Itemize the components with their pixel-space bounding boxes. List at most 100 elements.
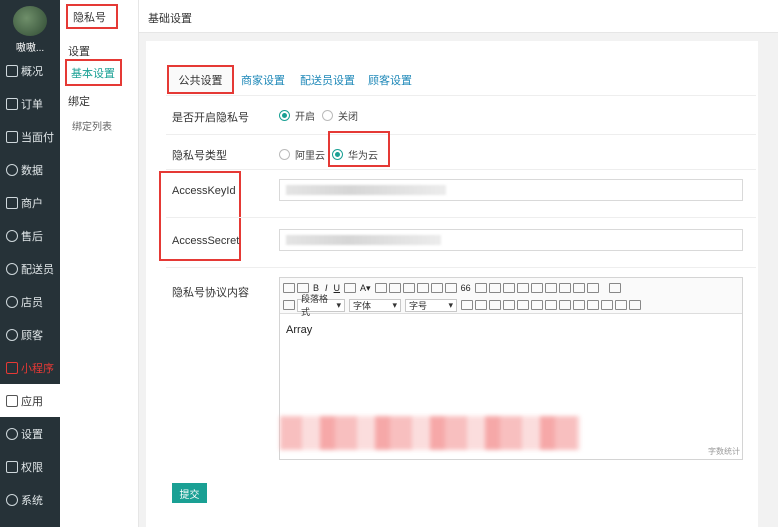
spacing-icon[interactable] [586, 283, 599, 293]
tab-customer-settings[interactable]: 顾客设置 [368, 72, 412, 88]
secret-label: AccessSecret [172, 235, 240, 247]
preview-icon[interactable] [608, 283, 621, 293]
sidebar-item-courier[interactable]: 配送员 [0, 252, 60, 285]
shop-icon [6, 196, 18, 209]
access-key-id-input[interactable] [279, 179, 743, 201]
radio-checked-icon [279, 110, 290, 121]
top-header: 基础设置 [139, 0, 778, 33]
clerk-icon [6, 295, 18, 308]
link-icon[interactable] [530, 283, 543, 293]
access-secret-input[interactable] [279, 229, 743, 251]
avatar[interactable] [13, 6, 47, 36]
submenu-group-binding: 绑定 [68, 96, 90, 108]
cell-props-icon[interactable] [573, 300, 585, 310]
agreement-label: 隐私号协议内容 [172, 287, 249, 299]
line-height-icon[interactable] [572, 283, 585, 293]
sidebar-item-settings[interactable]: 设置 [0, 417, 60, 450]
sidebar-item-aftersale[interactable]: 售后 [0, 219, 60, 252]
masked-value [286, 235, 441, 245]
pagebreak-icon[interactable] [615, 300, 627, 310]
sidebar-item-data[interactable]: 数据 [0, 153, 60, 186]
sidebar-item-merchant[interactable]: 商户 [0, 186, 60, 219]
image-icon[interactable] [488, 283, 501, 293]
radio-unchecked-icon [279, 149, 290, 160]
print-icon[interactable] [629, 300, 641, 310]
settings-panel: 公共设置 商家设置 配送员设置 顾客设置 是否开启隐私号 开启 关闭 隐私号类型… [146, 41, 758, 527]
type-aliyun-radio[interactable]: 阿里云 [279, 147, 325, 162]
delete-row-icon[interactable] [503, 300, 515, 310]
sidebar-item-apps[interactable]: 应用 [0, 384, 60, 417]
ordered-list-icon[interactable] [430, 283, 443, 293]
tab-courier-settings[interactable]: 配送员设置 [300, 72, 355, 88]
main-sidebar: 嗷嗷... 概况 订单 当面付 数据 商户 售后 配送员 店员 顾客 小程序 应… [0, 0, 60, 527]
user-block[interactable]: 嗷嗷... [0, 0, 60, 54]
system-icon [6, 493, 18, 506]
delete-table-icon[interactable] [587, 300, 599, 310]
enable-on-radio[interactable]: 开启 [279, 108, 315, 123]
tab-divider [166, 95, 756, 96]
sidebar-item-orders[interactable]: 订单 [0, 87, 60, 120]
unordered-list-icon[interactable] [444, 283, 457, 293]
enable-label: 是否开启隐私号 [172, 112, 249, 124]
sidebar-item-clerk[interactable]: 店员 [0, 285, 60, 318]
sidebar-item-miniprogram[interactable]: 小程序 [0, 351, 60, 384]
eraser-icon[interactable] [544, 283, 557, 293]
align-left-icon[interactable] [388, 283, 401, 293]
sidebar-item-permissions[interactable]: 权限 [0, 450, 60, 483]
secondary-menu: 隐私号 设置 基本设置 绑定 绑定列表 [60, 0, 139, 527]
anchor-icon[interactable] [601, 300, 613, 310]
chevron-down-icon: ▾ [392, 299, 397, 310]
rich-text-editor[interactable]: B I U A▾ 66 段落格式 ▾ 字体 ▾ 字号 ▾ Array 字数统计 [279, 277, 743, 460]
type-label: 隐私号类型 [172, 150, 227, 162]
pay-icon [6, 130, 18, 143]
table-props-icon[interactable] [559, 300, 571, 310]
indent-icon[interactable] [283, 300, 295, 310]
submenu-item-basic-settings[interactable]: 基本设置 [65, 59, 122, 86]
sidebar-item-overview[interactable]: 概况 [0, 54, 60, 87]
font-color-icon[interactable]: A▾ [358, 283, 373, 294]
paragraph-select[interactable]: 段落格式 ▾ [297, 294, 345, 317]
editor-content[interactable]: Array [286, 324, 312, 336]
miniprogram-icon [6, 361, 18, 374]
insert-row-icon[interactable] [475, 300, 487, 310]
enable-off-radio[interactable]: 关闭 [322, 108, 358, 123]
font-size-select[interactable]: 字号 ▾ [405, 298, 457, 312]
strikethrough-icon[interactable] [344, 283, 357, 293]
data-icon [6, 163, 18, 176]
tab-merchant-settings[interactable]: 商家设置 [241, 72, 285, 88]
video-icon[interactable] [502, 283, 515, 293]
split-cells-icon[interactable] [545, 300, 557, 310]
insert-col-icon[interactable] [489, 300, 501, 310]
quote-icon[interactable]: 66 [459, 283, 473, 293]
order-icon [6, 97, 18, 110]
merge-cells-icon[interactable] [531, 300, 543, 310]
table-icon[interactable] [461, 300, 473, 310]
sidebar-item-system[interactable]: 系统 [0, 483, 60, 516]
html-icon[interactable] [283, 283, 295, 293]
font-select[interactable]: 字体 ▾ [349, 298, 401, 312]
background-icon[interactable] [558, 283, 571, 293]
word-count: 字数统计 [708, 447, 740, 456]
emoji-icon[interactable] [474, 283, 487, 293]
submenu-title: 隐私号 [66, 4, 118, 29]
redacted-blur [280, 416, 580, 450]
align-right-icon[interactable] [416, 283, 429, 293]
music-icon[interactable] [516, 283, 529, 293]
submenu-item-binding-list[interactable]: 绑定列表 [72, 118, 112, 133]
type-huawei-radio[interactable]: 华为云 [332, 147, 378, 162]
masked-value [286, 185, 446, 195]
breadcrumb: 基础设置 [148, 13, 192, 25]
sidebar-item-facepay[interactable]: 当面付 [0, 120, 60, 153]
chevron-down-icon: ▾ [336, 299, 341, 310]
highlight-icon[interactable] [374, 283, 387, 293]
delete-col-icon[interactable] [517, 300, 529, 310]
chevron-down-icon: ▾ [448, 299, 453, 310]
key-id-label: AccessKeyId [172, 185, 236, 197]
tab-public-settings[interactable]: 公共设置 [167, 65, 234, 94]
aftersale-icon [6, 229, 18, 242]
submit-button[interactable]: 提交 [172, 483, 207, 503]
radio-checked-icon [332, 149, 343, 160]
row-divider [166, 134, 756, 135]
align-center-icon[interactable] [402, 283, 415, 293]
sidebar-item-customer[interactable]: 顾客 [0, 318, 60, 351]
